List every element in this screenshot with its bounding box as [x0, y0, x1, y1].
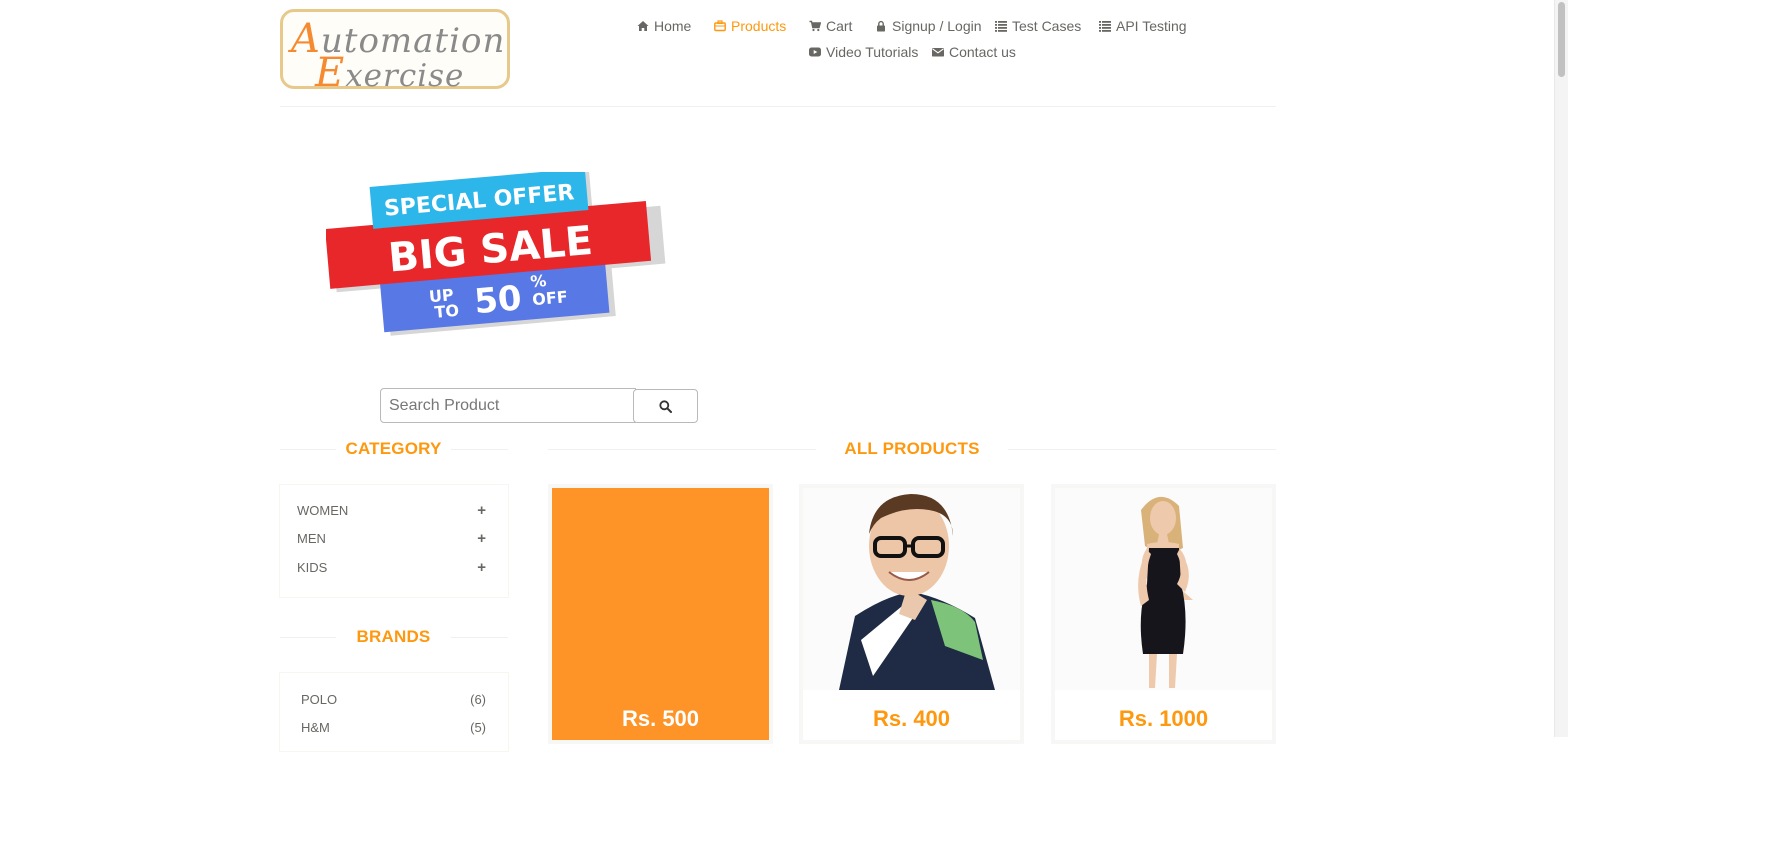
brands-title: Brands — [356, 627, 431, 646]
category-panel: WOMEN + MEN + KIDS + — [279, 484, 509, 598]
brands-title-line-left — [280, 637, 336, 638]
all-products-title: All Products — [844, 439, 980, 458]
products-title-line-right — [1008, 449, 1276, 450]
brand-count: (5) — [470, 720, 486, 735]
product-price: Rs. 400 — [872, 706, 951, 731]
expand-plus-icon[interactable]: + — [477, 559, 486, 576]
product-card[interactable]: Rs. 400 — [799, 484, 1024, 744]
scrollbar-thumb[interactable] — [1558, 2, 1565, 77]
brands-title-line-right — [451, 637, 508, 638]
brands-panel: POLO (6) H&M (5) — [279, 672, 509, 752]
product-card[interactable]: Rs. 500 — [548, 484, 773, 744]
expand-plus-icon[interactable]: + — [477, 530, 486, 547]
banner-to: TO — [434, 301, 460, 322]
brand-label: POLO — [301, 692, 338, 707]
category-label: MEN — [297, 531, 326, 546]
nav-api-testing-label: API Testing — [1116, 18, 1187, 34]
product-image-woman — [1055, 488, 1272, 690]
sale-banner: SPECIAL OFFER BIG SALE UP TO 50 % OFF — [326, 172, 666, 336]
nav-cart[interactable]: Cart — [809, 18, 852, 34]
youtube-play-icon — [809, 47, 821, 57]
nav-video-tutorials[interactable]: Video Tutorials — [809, 44, 918, 60]
nav-home-label: Home — [654, 18, 692, 34]
logo-line-2: Exercise — [315, 50, 465, 96]
product-price: Rs. 500 — [621, 706, 700, 731]
nav-contact-us[interactable]: Contact us — [932, 44, 1016, 60]
home-icon — [637, 21, 649, 31]
nav-cart-label: Cart — [826, 18, 853, 34]
nav-home[interactable]: Home — [637, 18, 691, 34]
product-card[interactable]: Rs. 1000 — [1051, 484, 1276, 744]
cart-icon — [809, 20, 821, 32]
category-title: Category — [345, 439, 442, 458]
search-input[interactable] — [380, 388, 636, 423]
nav-api-testing[interactable]: API Testing — [1099, 18, 1187, 34]
envelope-icon — [932, 48, 944, 57]
brand-item-polo[interactable]: POLO (6) — [301, 692, 486, 707]
category-title-line-right — [451, 449, 508, 450]
list-icon — [995, 21, 1007, 32]
page-scrollbar[interactable] — [1554, 0, 1568, 737]
nav-video-tutorials-label: Video Tutorials — [826, 44, 919, 60]
category-item-women[interactable]: WOMEN + — [297, 502, 486, 519]
banner-off: OFF — [531, 287, 568, 309]
category-item-kids[interactable]: KIDS + — [297, 559, 486, 576]
search-icon — [659, 399, 672, 413]
search-button[interactable] — [633, 389, 698, 423]
list-icon — [1099, 21, 1111, 32]
nav-test-cases[interactable]: Test Cases — [995, 18, 1081, 34]
briefcase-icon — [714, 20, 726, 32]
banner-percent: 50 — [473, 278, 524, 322]
category-item-men[interactable]: MEN + — [297, 530, 486, 547]
category-label: WOMEN — [297, 503, 349, 518]
category-title-line-left — [280, 449, 336, 450]
products-title-line-left — [548, 449, 816, 450]
category-label: KIDS — [297, 560, 328, 575]
brand-count: (6) — [470, 692, 486, 707]
nav-signup-label: Signup / Login — [892, 18, 982, 34]
lock-icon — [877, 20, 885, 32]
nav-products-label: Products — [731, 18, 787, 34]
expand-plus-icon[interactable]: + — [477, 502, 486, 519]
nav-signup-login[interactable]: Signup / Login — [875, 18, 982, 34]
site-logo[interactable]: Automation Exercise — [280, 9, 510, 96]
nav-contact-label: Contact us — [949, 44, 1016, 60]
header-divider — [280, 106, 1276, 107]
product-price: Rs. 1000 — [1118, 706, 1209, 731]
nav-test-cases-label: Test Cases — [1012, 18, 1082, 34]
nav-products[interactable]: Products — [714, 18, 786, 34]
brand-label: H&M — [301, 720, 330, 735]
product-image-man — [803, 488, 1020, 690]
brand-item-hm[interactable]: H&M (5) — [301, 720, 486, 735]
